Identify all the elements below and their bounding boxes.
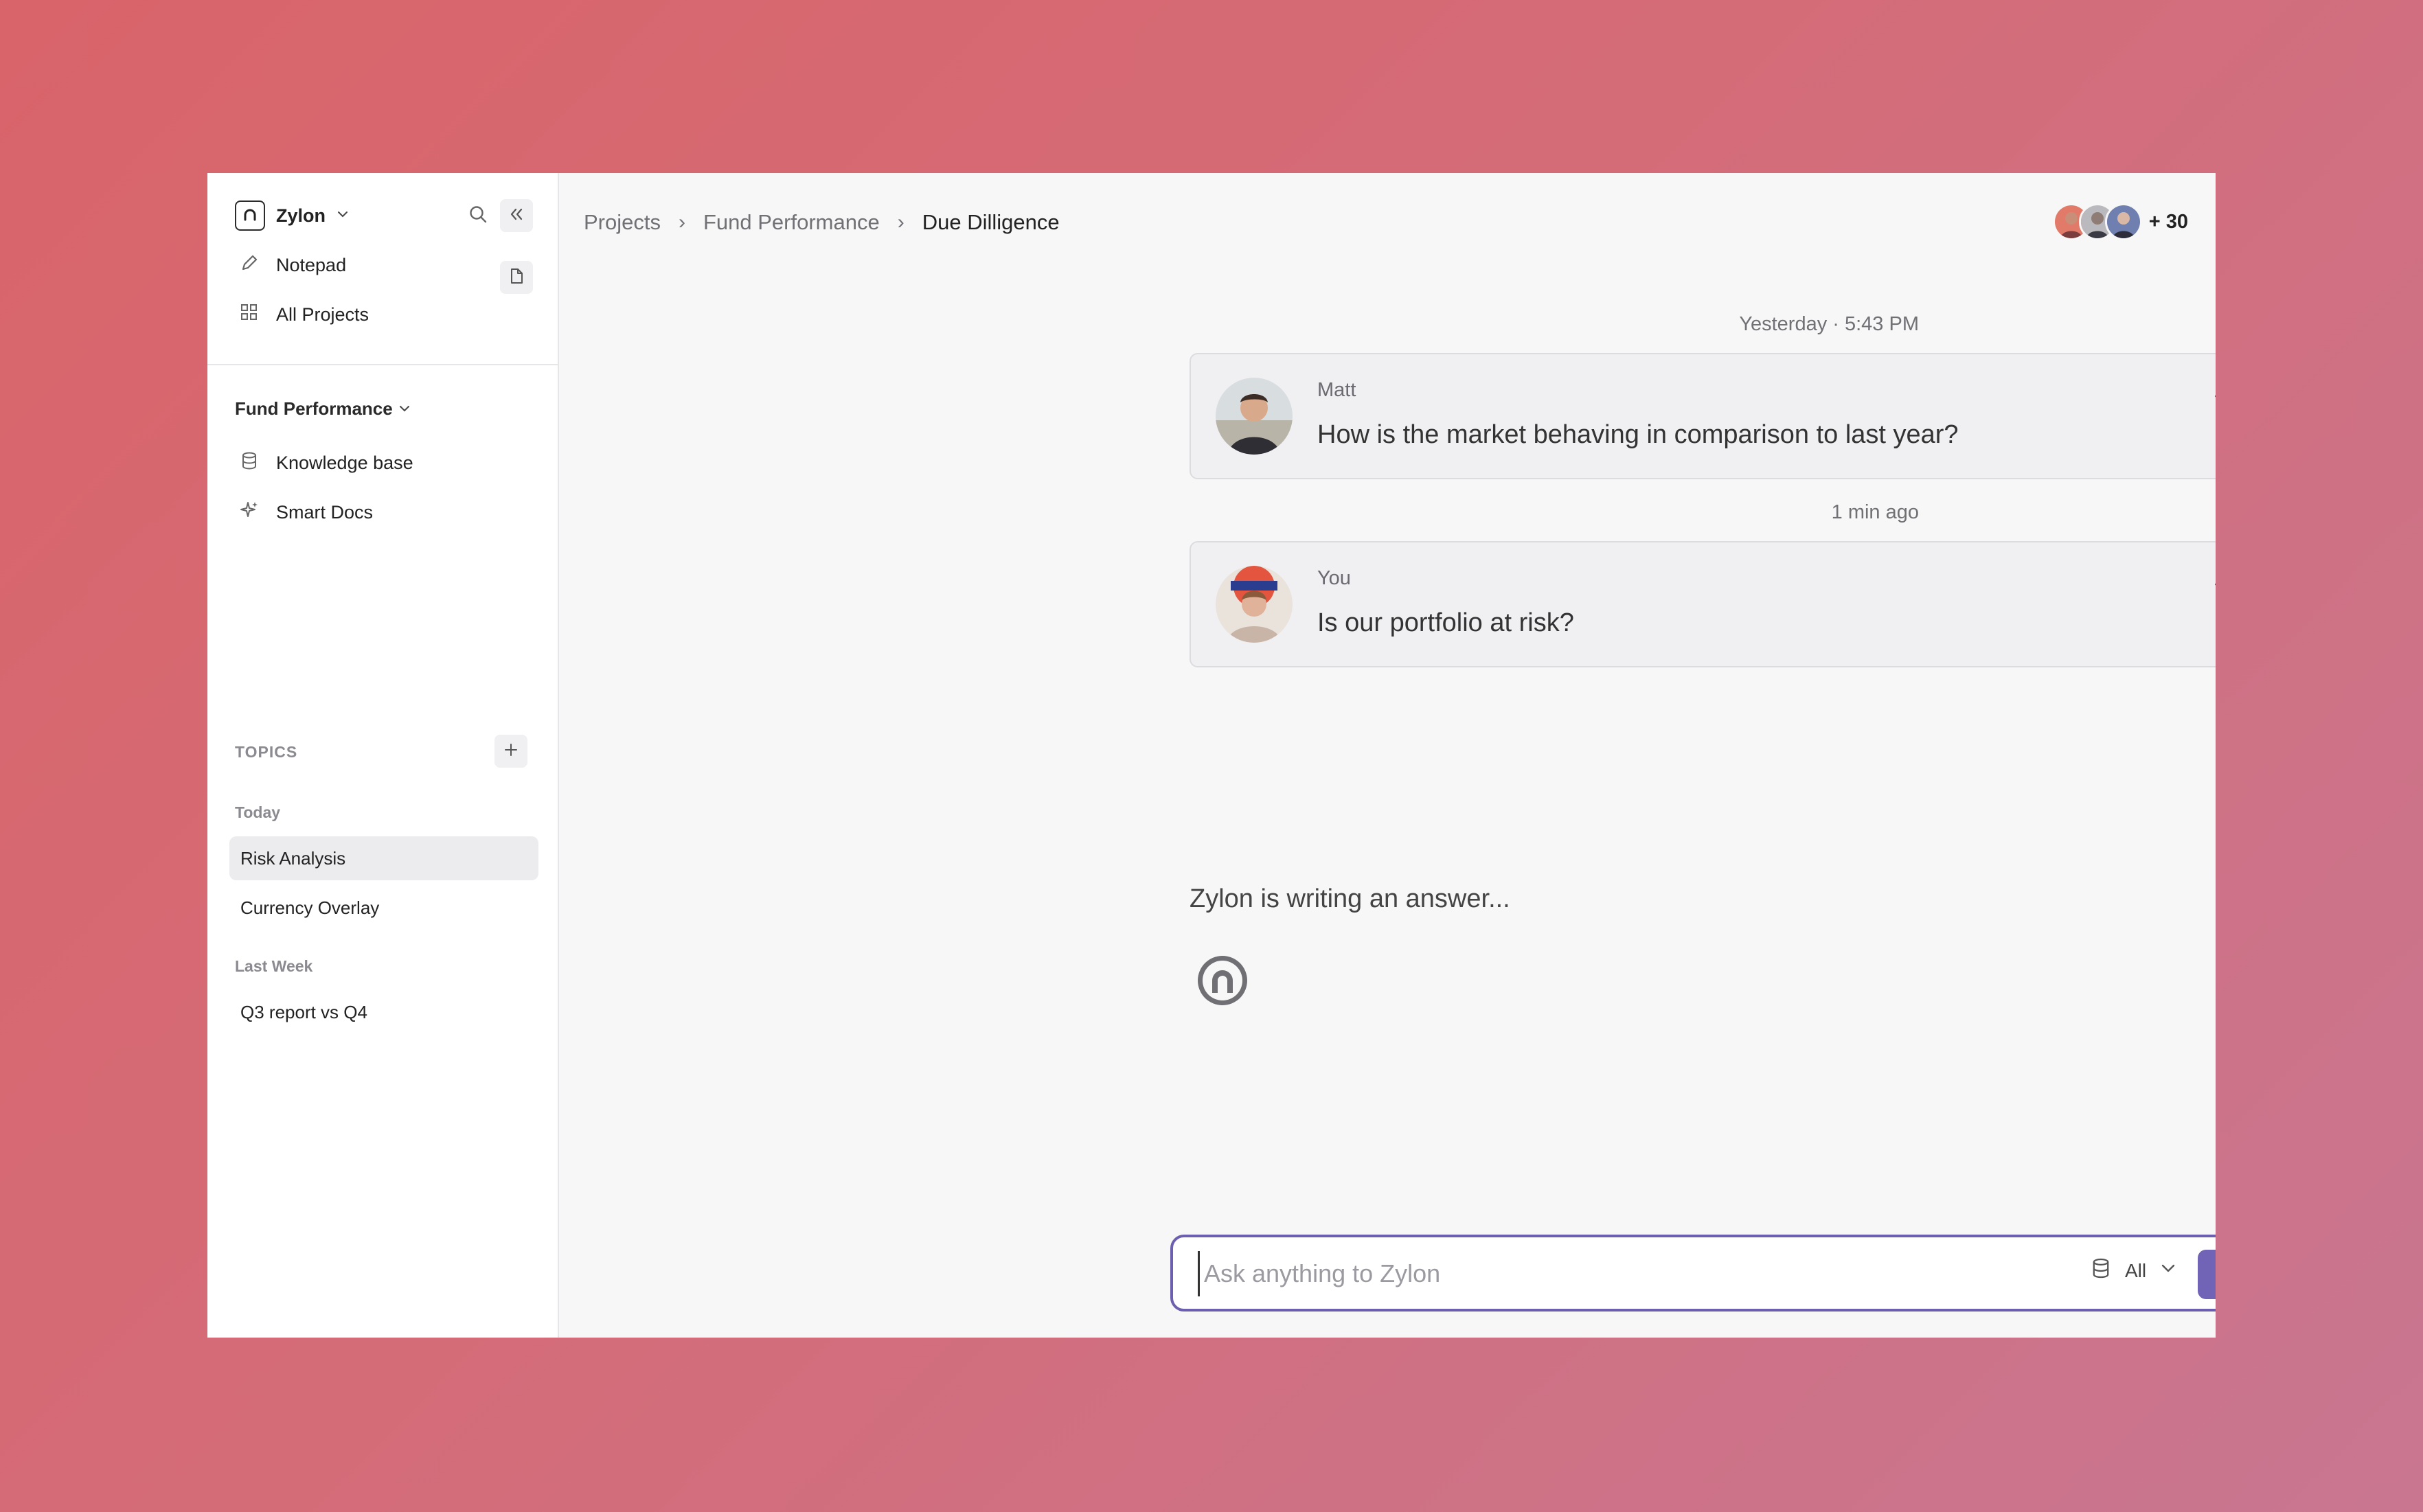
collapse-sidebar-button[interactable]	[500, 199, 533, 232]
nav-notepad[interactable]: Notepad	[239, 253, 346, 278]
breadcrumb-current: Due Dilligence	[922, 210, 1060, 234]
source-selector[interactable]: All	[2089, 1257, 2178, 1285]
search-button[interactable]	[462, 199, 494, 232]
chevron-down-icon	[2210, 574, 2216, 605]
workspace-name: Zylon	[276, 205, 326, 226]
avatar	[1216, 566, 1293, 643]
breadcrumb-separator: ›	[678, 211, 685, 233]
pencil-icon	[239, 253, 260, 278]
topic-item-q3-report[interactable]: Q3 report vs Q4	[229, 990, 538, 1034]
nav-all-projects[interactable]: All Projects	[239, 302, 369, 328]
composer: All	[1170, 1235, 2216, 1311]
sidebar-header: Zylon Notepad All Projects	[207, 173, 558, 365]
nav-smart-docs-label: Smart Docs	[276, 502, 374, 523]
nav-notepad-label: Notepad	[276, 255, 347, 275]
participants-count: + 30	[2148, 210, 2188, 233]
avatar	[1216, 378, 1293, 455]
database-icon	[239, 450, 260, 476]
double-chevron-left-icon	[508, 205, 525, 227]
expand-message-button[interactable]	[2207, 573, 2216, 606]
add-topic-button[interactable]	[494, 735, 527, 768]
nav-smart-docs[interactable]: Smart Docs	[239, 500, 373, 525]
message-timestamp: 1 min ago	[1831, 501, 1919, 523]
nav-knowledge-base-label: Knowledge base	[276, 453, 413, 473]
chevron-down-icon	[337, 208, 349, 224]
sparkle-icon	[239, 500, 260, 525]
project-name: Fund Performance	[235, 398, 393, 419]
grid-icon	[239, 302, 260, 328]
chevron-down-icon	[2159, 1259, 2178, 1283]
breadcrumb: Projects › Fund Performance › Due Dillig…	[584, 210, 1060, 235]
arrow-up-icon	[2213, 1261, 2216, 1289]
breadcrumb-projects[interactable]: Projects	[584, 210, 661, 235]
plus-icon	[502, 741, 520, 762]
app-window: Zylon Notepad All Projects Fund Performa…	[207, 173, 2216, 1338]
search-icon	[468, 204, 488, 228]
chevron-down-icon	[398, 398, 411, 420]
breadcrumb-separator: ›	[897, 211, 905, 233]
breadcrumb-fund-performance[interactable]: Fund Performance	[703, 210, 880, 235]
document-icon	[508, 267, 525, 288]
zylon-loading-icon	[1195, 953, 1250, 1008]
message-card[interactable]: You Is our portfolio at risk?	[1190, 541, 2216, 667]
ask-input[interactable]	[1198, 1251, 2098, 1296]
chevron-down-icon	[2210, 386, 2216, 417]
workspace-switcher[interactable]: Zylon	[235, 201, 349, 231]
send-button[interactable]	[2198, 1250, 2216, 1299]
database-icon	[2089, 1257, 2113, 1285]
nav-knowledge-base[interactable]: Knowledge base	[239, 450, 413, 476]
topics-label: TOPICS	[235, 743, 298, 761]
message-timestamp: Yesterday · 5:43 PM	[1739, 313, 1919, 335]
writing-status: Zylon is writing an answer...	[1190, 884, 1510, 913]
expand-message-button[interactable]	[2207, 385, 2216, 417]
topic-item-currency-overlay[interactable]: Currency Overlay	[229, 886, 538, 930]
project-switcher[interactable]: Fund Performance	[235, 398, 411, 420]
message-text: How is the market behaving in comparison…	[1317, 420, 1959, 449]
message-card[interactable]: Matt How is the market behaving in compa…	[1190, 353, 2216, 479]
nav-all-projects-label: All Projects	[276, 304, 369, 325]
zylon-logo-icon	[235, 201, 265, 231]
message-text: Is our portfolio at risk?	[1317, 608, 1574, 637]
avatar	[2104, 203, 2142, 240]
new-note-button[interactable]	[500, 261, 533, 294]
participants[interactable]: + 30	[2052, 203, 2188, 240]
sidebar: Zylon Notepad All Projects Fund Performa…	[207, 173, 559, 1338]
topic-item-risk-analysis[interactable]: Risk Analysis	[229, 836, 538, 880]
topic-group-today: Today	[235, 803, 281, 821]
source-selector-label: All	[2125, 1259, 2147, 1281]
main-content: Projects › Fund Performance › Due Dillig…	[559, 173, 2216, 1338]
message-author: Matt	[1317, 379, 1356, 401]
message-author: You	[1317, 567, 1351, 589]
topic-group-last-week: Last Week	[235, 957, 313, 975]
